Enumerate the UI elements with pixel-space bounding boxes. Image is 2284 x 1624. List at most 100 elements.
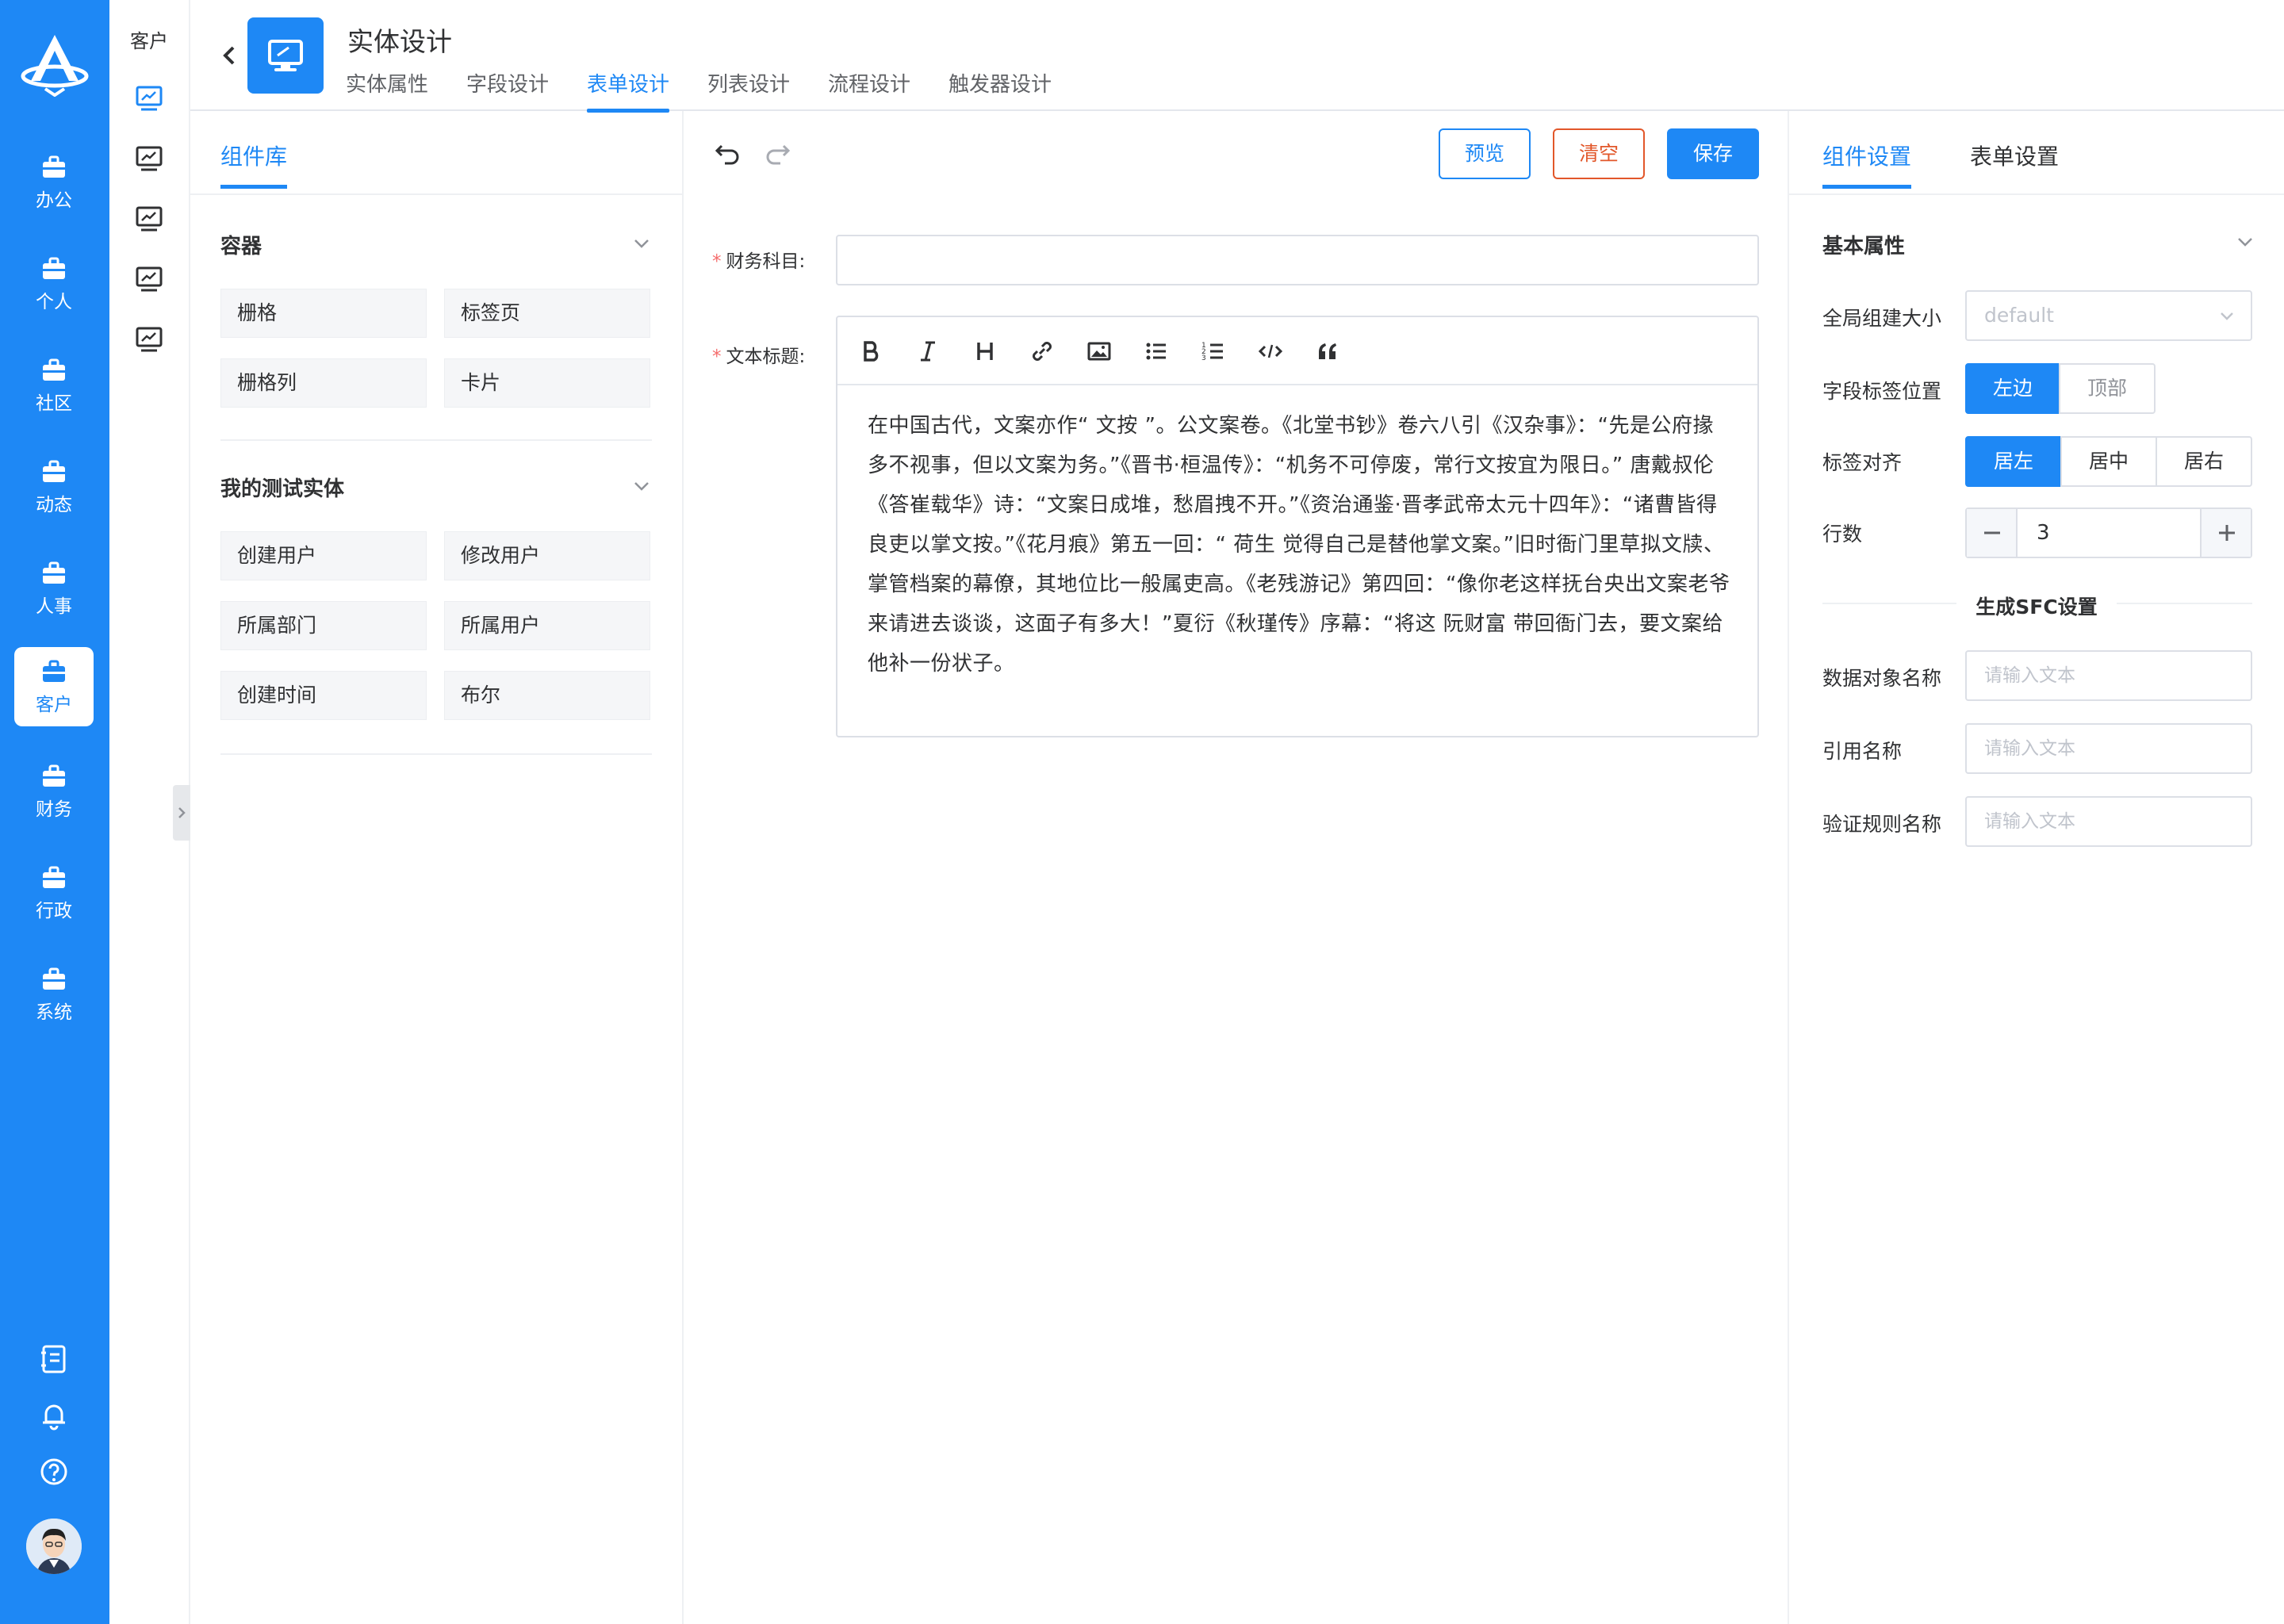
tab-component-settings[interactable]: 组件设置 xyxy=(1822,140,1912,189)
component-item-tabs[interactable]: 标签页 xyxy=(444,289,650,338)
monitor-icon[interactable] xyxy=(133,143,165,174)
minus-icon xyxy=(1984,531,2000,534)
label-align-right[interactable]: 居右 xyxy=(2156,436,2252,487)
component-item-department[interactable]: 所属部门 xyxy=(220,601,427,650)
label-align-group: 居左 居中 居右 xyxy=(1965,436,2252,487)
nav-item-customer[interactable]: 客户 xyxy=(14,647,94,726)
rich-text-editor[interactable]: 123 在中国古代，文案亦作“ 文按 ”。公文案卷。《北堂书钞》卷六八引《汉杂事… xyxy=(836,316,1759,737)
group-title-test-entity[interactable]: 我的测试实体 xyxy=(220,473,344,502)
sidebar-collapse-handle[interactable] xyxy=(173,785,190,841)
nav-item-office[interactable]: 办公 xyxy=(14,143,94,222)
sub-sidebar-title: 客户 xyxy=(130,30,168,52)
monitor-icon[interactable] xyxy=(133,82,165,114)
bell-icon[interactable] xyxy=(38,1400,70,1431)
component-item-card[interactable]: 卡片 xyxy=(444,358,650,408)
ordered-list-icon[interactable]: 123 xyxy=(1198,335,1229,367)
briefcase-icon xyxy=(43,764,65,787)
nav-item-personal[interactable]: 个人 xyxy=(14,244,94,324)
editor-content[interactable]: 在中国古代，文案亦作“ 文按 ”。公文案卷。《北堂书钞》卷六八引《汉杂事》：“先… xyxy=(868,406,1734,684)
tab-entity-properties[interactable]: 实体属性 xyxy=(346,68,428,111)
tab-list-design[interactable]: 列表设计 xyxy=(707,68,790,111)
tab-component-library[interactable]: 组件库 xyxy=(220,140,288,189)
basic-props-title[interactable]: 基本属性 xyxy=(1822,230,1905,259)
label-align-center[interactable]: 居中 xyxy=(2060,436,2157,487)
chevron-down-icon[interactable] xyxy=(631,233,652,254)
preview-button[interactable]: 预览 xyxy=(1439,128,1531,179)
bold-icon[interactable] xyxy=(855,335,887,367)
data-object-input[interactable] xyxy=(1965,650,2252,701)
help-icon[interactable] xyxy=(38,1456,70,1488)
quote-icon[interactable] xyxy=(1312,335,1343,367)
component-item-created-time[interactable]: 创建时间 xyxy=(220,671,427,720)
monitor-icon[interactable] xyxy=(133,324,165,355)
briefcase-icon xyxy=(43,155,65,178)
code-icon[interactable] xyxy=(1255,335,1286,367)
nav-item-community[interactable]: 社区 xyxy=(14,346,94,425)
briefcase-icon xyxy=(43,660,65,682)
tab-flow-design[interactable]: 流程设计 xyxy=(828,68,910,111)
size-select[interactable]: default xyxy=(1965,290,2252,341)
image-icon[interactable] xyxy=(1083,335,1115,367)
size-select-value: default xyxy=(1984,304,2054,327)
page-header: 实体设计 实体属性 字段设计 表单设计 列表设计 流程设计 触发器设计 xyxy=(190,0,2284,113)
briefcase-icon xyxy=(43,460,65,482)
tab-trigger-design[interactable]: 触发器设计 xyxy=(948,68,1052,111)
undo-icon[interactable] xyxy=(714,140,742,168)
bullet-list-icon[interactable] xyxy=(1140,335,1172,367)
editor-toolbar: 123 xyxy=(837,317,1757,385)
clear-button[interactable]: 清空 xyxy=(1553,128,1645,179)
monitor-icon[interactable] xyxy=(133,263,165,295)
app-logo xyxy=(18,30,91,97)
label-position-top[interactable]: 顶部 xyxy=(2059,363,2156,414)
nav-item-system[interactable]: 系统 xyxy=(14,955,94,1034)
form-canvas: 预览 清空 保存 * 财务科目: * 文本标题: 123 在中国古代，文案亦作“ 文… xyxy=(684,111,1789,1624)
title-label-text: 文本标题: xyxy=(726,347,806,367)
component-item-modified-by[interactable]: 修改用户 xyxy=(444,531,650,580)
rows-label: 行数 xyxy=(1822,523,1863,546)
validation-input[interactable] xyxy=(1965,796,2252,847)
finance-input[interactable] xyxy=(836,235,1759,285)
redo-icon[interactable] xyxy=(763,140,791,168)
italic-icon[interactable] xyxy=(912,335,944,367)
nav-item-hr[interactable]: 人事 xyxy=(14,549,94,628)
ref-name-input[interactable] xyxy=(1965,723,2252,774)
tab-form-design[interactable]: 表单设计 xyxy=(587,68,670,113)
stepper-plus-button[interactable] xyxy=(2200,509,2251,557)
label-align-left[interactable]: 居左 xyxy=(1965,436,2062,487)
plus-icon xyxy=(2219,525,2235,541)
monitor-icon[interactable] xyxy=(133,203,165,235)
save-button[interactable]: 保存 xyxy=(1667,128,1759,179)
component-item-created-by[interactable]: 创建用户 xyxy=(220,531,427,580)
avatar[interactable] xyxy=(26,1519,82,1574)
required-mark: * xyxy=(712,251,722,272)
group-title-container[interactable]: 容器 xyxy=(220,230,262,259)
chevron-down-icon[interactable] xyxy=(631,476,652,496)
validation-label: 验证规则名称 xyxy=(1822,813,1942,836)
data-object-label: 数据对象名称 xyxy=(1822,667,1942,690)
stepper-minus-button[interactable] xyxy=(1967,509,2018,557)
tab-form-settings[interactable]: 表单设置 xyxy=(1970,140,2059,189)
notebook-icon[interactable] xyxy=(38,1343,70,1375)
chevron-down-icon xyxy=(2221,312,2233,320)
component-item-boolean[interactable]: 布尔 xyxy=(444,671,650,720)
link-icon[interactable] xyxy=(1026,335,1058,367)
heading-icon[interactable] xyxy=(969,335,1001,367)
nav-item-finance[interactable]: 财务 xyxy=(14,752,94,831)
tab-divider xyxy=(190,193,682,195)
component-item-grid[interactable]: 栅格 xyxy=(220,289,427,338)
required-mark: * xyxy=(712,347,722,367)
back-icon[interactable] xyxy=(217,40,241,71)
page-title: 实体设计 xyxy=(347,26,452,57)
finance-field-label: * 财务科目: xyxy=(712,246,805,273)
tab-field-design[interactable]: 字段设计 xyxy=(466,68,549,111)
label-position-left[interactable]: 左边 xyxy=(1965,363,2060,414)
component-item-owner[interactable]: 所属用户 xyxy=(444,601,650,650)
nav-item-feed[interactable]: 动态 xyxy=(14,447,94,527)
component-item-grid-col[interactable]: 栅格列 xyxy=(220,358,427,408)
rows-value[interactable]: 3 xyxy=(2037,509,2050,557)
nav-item-admin[interactable]: 行政 xyxy=(14,853,94,933)
chevron-right-icon xyxy=(178,807,186,818)
chevron-down-icon[interactable] xyxy=(2235,232,2255,252)
svg-text:3: 3 xyxy=(1201,354,1206,362)
nav-item-label: 办公 xyxy=(36,190,72,211)
